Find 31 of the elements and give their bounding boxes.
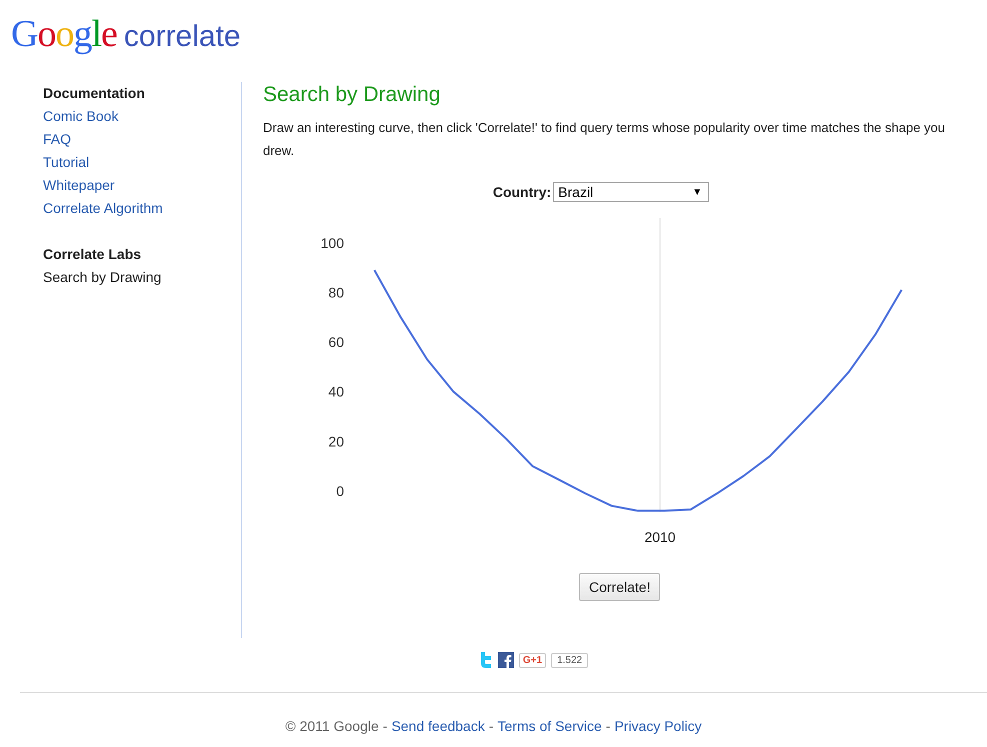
sidebar-link[interactable]: Whitepaper [43, 174, 115, 197]
footer-link[interactable]: Terms of Service [498, 718, 602, 734]
footer-link[interactable]: Send feedback [391, 718, 485, 734]
axis-label: 0 [336, 482, 344, 499]
copyright: © 2011 Google [285, 718, 379, 734]
page-title: Search by Drawing [263, 82, 442, 108]
axis-label: 20 [328, 433, 344, 450]
axis-label: 80 [328, 284, 344, 300]
footer-link[interactable]: Privacy Policy [614, 718, 702, 734]
sidebar-link[interactable]: Search by Drawing [43, 266, 162, 289]
axis-label: 40 [328, 384, 344, 400]
sidebar-link[interactable]: Comic Book [43, 105, 118, 128]
correlate-button[interactable]: Correlate! [579, 573, 660, 601]
description: Draw an interesting curve, then click 'Correlate!' to find query terms whose popularity over time matches the shape you drew. [263, 119, 946, 160]
section-heading: Correlate Labs [43, 245, 142, 264]
product-name: correlate [124, 20, 241, 54]
axis-label: 100 [320, 234, 344, 251]
sidebar-link[interactable]: Correlate Algorithm [43, 197, 163, 220]
share-count: 1.522 [551, 652, 588, 668]
axis-label: 60 [328, 334, 344, 350]
logo-wordmark: Google [11, 12, 117, 56]
axis-label: 2010 [644, 529, 676, 545]
sidebar-link[interactable]: Tutorial [43, 151, 90, 174]
section-heading: Documentation [43, 84, 145, 103]
country-label: Country: [492, 184, 552, 200]
country-dropdown[interactable]: Brazil ▼ [553, 182, 710, 202]
plus-one-button[interactable]: G+1 [518, 652, 546, 668]
separator: - [488, 718, 494, 734]
separator: - [382, 718, 388, 734]
sidebar-link[interactable]: FAQ [43, 128, 72, 151]
separator: - [606, 718, 610, 734]
